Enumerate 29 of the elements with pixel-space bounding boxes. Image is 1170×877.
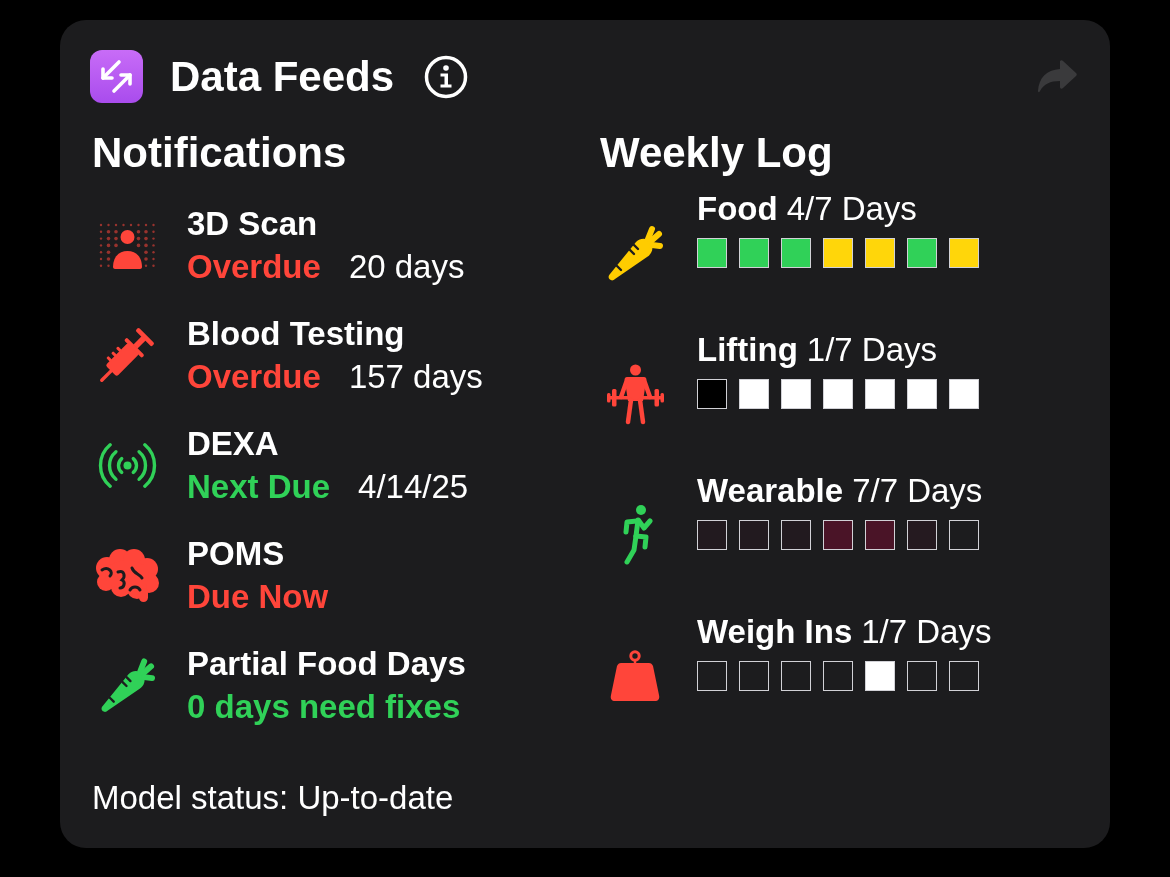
status-detail: 20 days: [348, 247, 465, 287]
notification-title: Blood Testing: [187, 314, 405, 354]
person-scan-icon: [97, 221, 157, 269]
notification-title: 3D Scan: [187, 204, 318, 244]
status-text: 0 days need fixes: [187, 687, 461, 727]
log-name: Weigh Ins: [697, 612, 853, 652]
two-arrows-icon: [90, 50, 143, 103]
log-count: 1/7 Days: [861, 612, 992, 652]
notification-title: POMS: [187, 534, 285, 574]
status-detail: 4/14/25: [358, 467, 469, 507]
section-heading: Weekly Log: [600, 130, 833, 176]
log-count: 7/7 Days: [852, 471, 983, 511]
notification-title: Partial Food Days: [187, 644, 466, 684]
status-text: Overdue: [187, 247, 321, 287]
status-text: Next Due: [187, 467, 331, 507]
log-name: Food: [697, 189, 778, 229]
widget-title: Data Feeds: [170, 51, 395, 102]
log-count: 1/7 Days: [806, 330, 938, 370]
status-text: Due Now: [187, 577, 329, 617]
log-name: Lifting: [697, 330, 798, 370]
notification-title: DEXA: [187, 424, 279, 464]
status-detail: 157 days: [348, 357, 483, 397]
brain-icon: [94, 547, 160, 603]
log-name: Wearable: [697, 471, 844, 511]
section-heading: Notifications: [92, 130, 347, 176]
info-icon[interactable]: [424, 54, 469, 99]
model-status-text: Model status: Up-to-date: [91, 778, 454, 818]
log-count: 4/7 Days: [786, 189, 917, 229]
status-text: Overdue: [187, 357, 321, 397]
